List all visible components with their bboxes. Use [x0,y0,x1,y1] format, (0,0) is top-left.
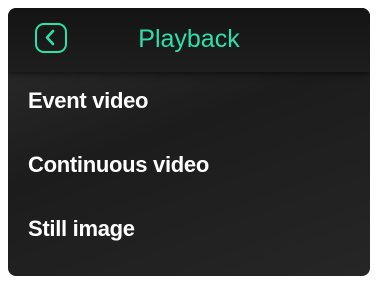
menu-item-still-image[interactable]: Still image [8,200,370,264]
menu-item-event-video[interactable]: Event video [8,72,370,136]
menu-item-continuous-video[interactable]: Continuous video [8,136,370,200]
page-title: Playback [138,25,240,53]
playback-menu: Event video Continuous video Still image [8,72,370,264]
header-bar: Playback [8,8,370,72]
playback-screen: Playback Event video Continuous video St… [8,8,370,276]
